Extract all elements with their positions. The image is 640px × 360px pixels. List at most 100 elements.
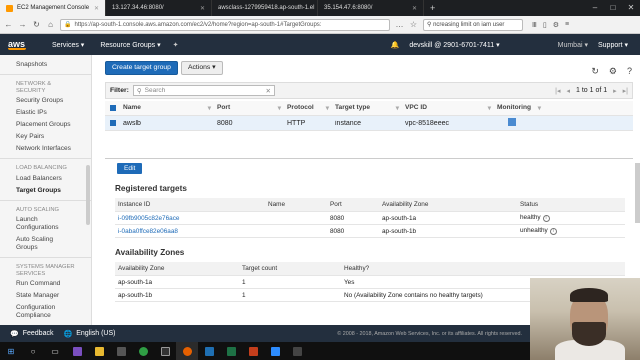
feedback-link[interactable]: 💬 Feedback — [0, 330, 53, 338]
column-header-name[interactable]: Name ▾ — [120, 104, 214, 112]
select-all-checkbox[interactable] — [105, 105, 120, 111]
cell-target-type: instance — [335, 119, 362, 127]
browser-search-input[interactable]: ⚲ ncreasing limit on iam user — [423, 18, 523, 31]
back-icon[interactable]: ← — [4, 20, 13, 29]
instance-link[interactable]: i-0aba0ffce82e06aa8 — [115, 228, 265, 235]
info-icon[interactable]: i — [542, 215, 550, 222]
sidebar-item-auto-scaling-groups[interactable]: Auto Scaling Groups — [0, 234, 91, 254]
column-header-target-type[interactable]: Target type ▾ — [332, 104, 402, 112]
sidebar-item-state-manager[interactable]: State Manager — [0, 290, 91, 302]
refresh-icon[interactable]: ↻ — [32, 20, 41, 29]
last-page-icon[interactable]: ▸| — [623, 87, 628, 95]
panel-splitter[interactable] — [105, 158, 633, 159]
search-placeholder: Search — [144, 87, 166, 94]
settings-icon[interactable]: ⚙ — [553, 21, 559, 29]
sidebar-section-heading: NETWORK & SECURITY — [0, 74, 91, 95]
sidebar-item-security-groups[interactable]: Security Groups — [0, 95, 91, 107]
maximize-icon[interactable]: □ — [604, 0, 622, 16]
actions-button[interactable]: Actions ▾ — [181, 61, 223, 75]
browser-tab[interactable]: EC2 Management Console ✕ — [0, 0, 106, 16]
new-tab-icon[interactable]: + — [424, 0, 441, 16]
sidebar-item-configuration-compliance[interactable]: Configuration Compliance — [0, 302, 91, 322]
sidebar-item-load-balancers[interactable]: Load Balancers — [0, 173, 91, 185]
column-header-monitoring[interactable]: Monitoring ▾ — [494, 104, 544, 112]
browser-tab[interactable]: 35.154.47.6:8080/ ✕ — [318, 0, 424, 16]
clear-icon[interactable]: ✕ — [265, 87, 270, 95]
reader-icon[interactable]: … — [395, 20, 404, 29]
info-icon[interactable]: i — [549, 228, 557, 235]
close-icon[interactable]: ✕ — [200, 5, 205, 12]
search-icon[interactable]: ○ — [22, 342, 44, 360]
file-explorer-icon[interactable] — [88, 342, 110, 360]
sidebar-icon[interactable]: ▯ — [543, 21, 547, 29]
browser-tab[interactable]: awsclass-1279959418.ap-south-1.el✕ — [212, 0, 318, 16]
sidebar-item-target-groups[interactable]: Target Groups — [0, 185, 91, 197]
status-text: healthy — [520, 214, 541, 221]
sidebar-item-placement-groups[interactable]: Placement Groups — [0, 119, 91, 131]
powerpoint-icon[interactable] — [242, 342, 264, 360]
close-icon[interactable]: ✕ — [412, 5, 417, 12]
sidebar-item-network-interfaces[interactable]: Network Interfaces — [0, 143, 91, 155]
support-label: Support — [598, 41, 623, 49]
edit-button[interactable]: Edit — [117, 163, 143, 174]
support-menu[interactable]: Support ▾ — [598, 41, 628, 49]
help-icon[interactable]: ? — [627, 66, 632, 77]
app-icon[interactable] — [286, 342, 308, 360]
app-icon[interactable] — [198, 342, 220, 360]
bookmark-star-icon[interactable]: ☆ — [409, 20, 418, 29]
create-target-group-button[interactable]: Create target group — [105, 61, 178, 75]
monitoring-chart-icon[interactable] — [508, 118, 516, 126]
close-window-icon[interactable]: ✕ — [622, 0, 640, 16]
app-icon[interactable] — [154, 342, 176, 360]
sidebar-item-key-pairs[interactable]: Key Pairs — [0, 131, 91, 143]
aws-logo[interactable]: aws — [0, 39, 44, 50]
header-label: Protocol — [287, 104, 314, 111]
next-page-icon[interactable]: ▸ — [613, 87, 617, 95]
prev-page-icon[interactable]: ◂ — [566, 87, 570, 95]
column-header-protocol[interactable]: Protocol ▾ — [284, 104, 332, 112]
column-header-vpc-id[interactable]: VPC ID ▾ — [402, 104, 494, 112]
region-menu[interactable]: Mumbai ▾ — [558, 41, 588, 49]
first-page-icon[interactable]: |◂ — [555, 87, 560, 95]
bell-icon[interactable]: 🔔 — [391, 41, 400, 49]
forward-icon[interactable]: → — [18, 20, 27, 29]
language-menu[interactable]: 🌐 English (US) — [53, 330, 115, 338]
services-menu[interactable]: Services ▾ — [44, 41, 92, 49]
browser-tab[interactable]: 13.127.34.46:8080/ ✕ — [106, 0, 212, 16]
sidebar-item-run-command[interactable]: Run Command — [0, 278, 91, 290]
store-icon[interactable] — [110, 342, 132, 360]
pin-icon[interactable]: ✦ — [169, 41, 183, 49]
sidebar-item-elastic-ips[interactable]: Elastic IPs — [0, 107, 91, 119]
sidebar: Snapshots NETWORK & SECURITY Security Grou… — [0, 55, 92, 325]
windows-start-icon[interactable]: ⊞ — [0, 342, 22, 360]
sidebar-scrollbar[interactable] — [86, 165, 90, 225]
settings-icon[interactable]: ⚙ — [609, 66, 617, 77]
task-view-icon[interactable]: ▭ — [44, 342, 66, 360]
table-row[interactable]: awslb 8080 HTTP instance vpc-8518eeec — [105, 116, 633, 131]
detail-scrollbar[interactable] — [635, 163, 640, 223]
minimize-icon[interactable]: – — [586, 0, 604, 16]
menu-icon[interactable]: ≡ — [565, 21, 569, 29]
search-input[interactable]: ⚲ Search ✕ — [132, 85, 275, 96]
close-icon[interactable]: ✕ — [94, 5, 99, 12]
chrome-icon[interactable] — [132, 342, 154, 360]
column-header-port[interactable]: Port ▾ — [214, 104, 284, 112]
library-icon[interactable]: Ⅲ — [532, 21, 537, 29]
home-icon[interactable]: ⌂ — [46, 20, 55, 29]
account-menu[interactable]: devskill @ 2901-6701-7411 ▾ — [409, 41, 499, 49]
webcam-overlay-image — [530, 278, 640, 360]
refresh-icon[interactable]: ↻ — [591, 66, 599, 77]
app-icon[interactable] — [264, 342, 286, 360]
sidebar-item-launch-configurations[interactable]: Launch Configurations — [0, 214, 91, 234]
filter-label: Filter: — [110, 87, 129, 94]
visual-studio-icon[interactable] — [66, 342, 88, 360]
language-label: English (US) — [76, 330, 116, 337]
firefox-icon[interactable] — [176, 342, 198, 360]
excel-icon[interactable] — [220, 342, 242, 360]
instance-link[interactable]: i-09fb9005c82e76ace — [115, 215, 265, 222]
actions-label: Actions — [188, 64, 211, 71]
sidebar-item-snapshots[interactable]: Snapshots — [0, 59, 91, 71]
row-checkbox[interactable] — [105, 120, 120, 126]
resource-groups-menu[interactable]: Resource Groups ▾ — [92, 41, 168, 49]
url-input[interactable]: 🔒 https://ap-south-1.console.aws.amazon.… — [60, 18, 390, 31]
